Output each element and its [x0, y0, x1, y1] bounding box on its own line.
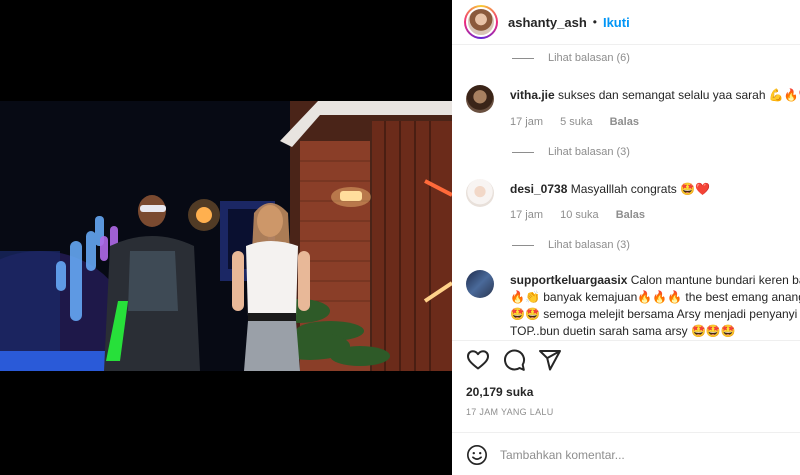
post-timestamp: 17 JAM YANG LALU [466, 407, 554, 417]
comment-text-row: desi_0738 Masyalllah congrats 🤩❤️ [510, 181, 800, 198]
post-actions [466, 348, 574, 372]
replies-line [512, 151, 534, 153]
commenter-avatar[interactable] [466, 85, 494, 113]
view-replies-label: Lihat balasan (6) [548, 52, 630, 64]
commenter-username[interactable]: desi_0738 [510, 182, 567, 196]
view-replies-label: Lihat balasan (3) [548, 239, 630, 251]
comment-time: 17 jam [510, 116, 544, 128]
commenter-avatar[interactable] [466, 179, 494, 207]
comment-icon[interactable] [502, 348, 526, 372]
comments-list: Lihat balasan (6) vitha.jie sukses dan s… [452, 45, 800, 339]
replies-line [512, 57, 534, 59]
post-media [0, 0, 452, 475]
separator-dot: • [592, 15, 597, 29]
comment-input[interactable] [500, 447, 780, 462]
comment-text-line: 🔥👏 banyak kemajuan🔥🔥🔥 the best emang ana… [510, 290, 800, 304]
commenter-username[interactable]: vitha.jie [510, 88, 555, 102]
actions-divider [452, 340, 800, 341]
reply-button[interactable]: Balas [616, 209, 645, 221]
comment-text-line: TOP..bun duetin sarah sama arsy 🤩🤩🤩 [510, 324, 736, 338]
comment-text: Masyalllah congrats 🤩❤️ [570, 182, 710, 196]
emoji-icon[interactable] [466, 444, 488, 466]
comment-like-count[interactable]: 10 suka [560, 209, 599, 221]
share-icon[interactable] [538, 348, 562, 372]
comment-text-row: supportkeluargaasix Calon mantune bundar… [510, 272, 800, 339]
follow-button[interactable]: Ikuti [603, 15, 630, 30]
comment-meta: 17 jam 10 suka Balas [510, 209, 659, 221]
heart-icon[interactable] [466, 348, 490, 372]
author-username[interactable]: ashanty_ash [508, 15, 587, 30]
commenter-username[interactable]: supportkeluargaasix [510, 273, 627, 287]
like-count[interactable]: 20,179 suka [466, 385, 533, 399]
view-replies-button[interactable]: Lihat balasan (3) [512, 146, 630, 158]
view-replies-label: Lihat balasan (3) [548, 146, 630, 158]
post-header: ashanty_ash • Ikuti [452, 0, 800, 44]
post-panel: ashanty_ash • Ikuti Lihat balasan (6) vi… [452, 0, 800, 475]
video-scene [0, 101, 452, 371]
comment-time: 17 jam [510, 209, 544, 221]
author-avatar[interactable] [464, 5, 498, 39]
video-frame[interactable] [0, 101, 452, 371]
view-replies-button[interactable]: Lihat balasan (6) [512, 52, 630, 64]
comment-text-line: 🤩🤩 semoga melejit bersama Arsy menjadi p… [510, 307, 798, 321]
comment-meta: 17 jam 5 suka Balas [510, 116, 653, 128]
reply-button[interactable]: Balas [610, 116, 639, 128]
comment-text-row: vitha.jie sukses dan semangat selalu yaa… [510, 87, 800, 104]
comment-text: sukses dan semangat selalu yaa sarah 💪🔥❤… [558, 88, 800, 102]
input-divider [452, 432, 800, 433]
commenter-avatar[interactable] [466, 270, 494, 298]
comment-text-line: Calon mantune bundari keren banget [630, 273, 800, 287]
replies-line [512, 244, 534, 246]
view-replies-button[interactable]: Lihat balasan (3) [512, 239, 630, 251]
comment-like-count[interactable]: 5 suka [560, 116, 592, 128]
add-comment-bar [452, 434, 800, 475]
